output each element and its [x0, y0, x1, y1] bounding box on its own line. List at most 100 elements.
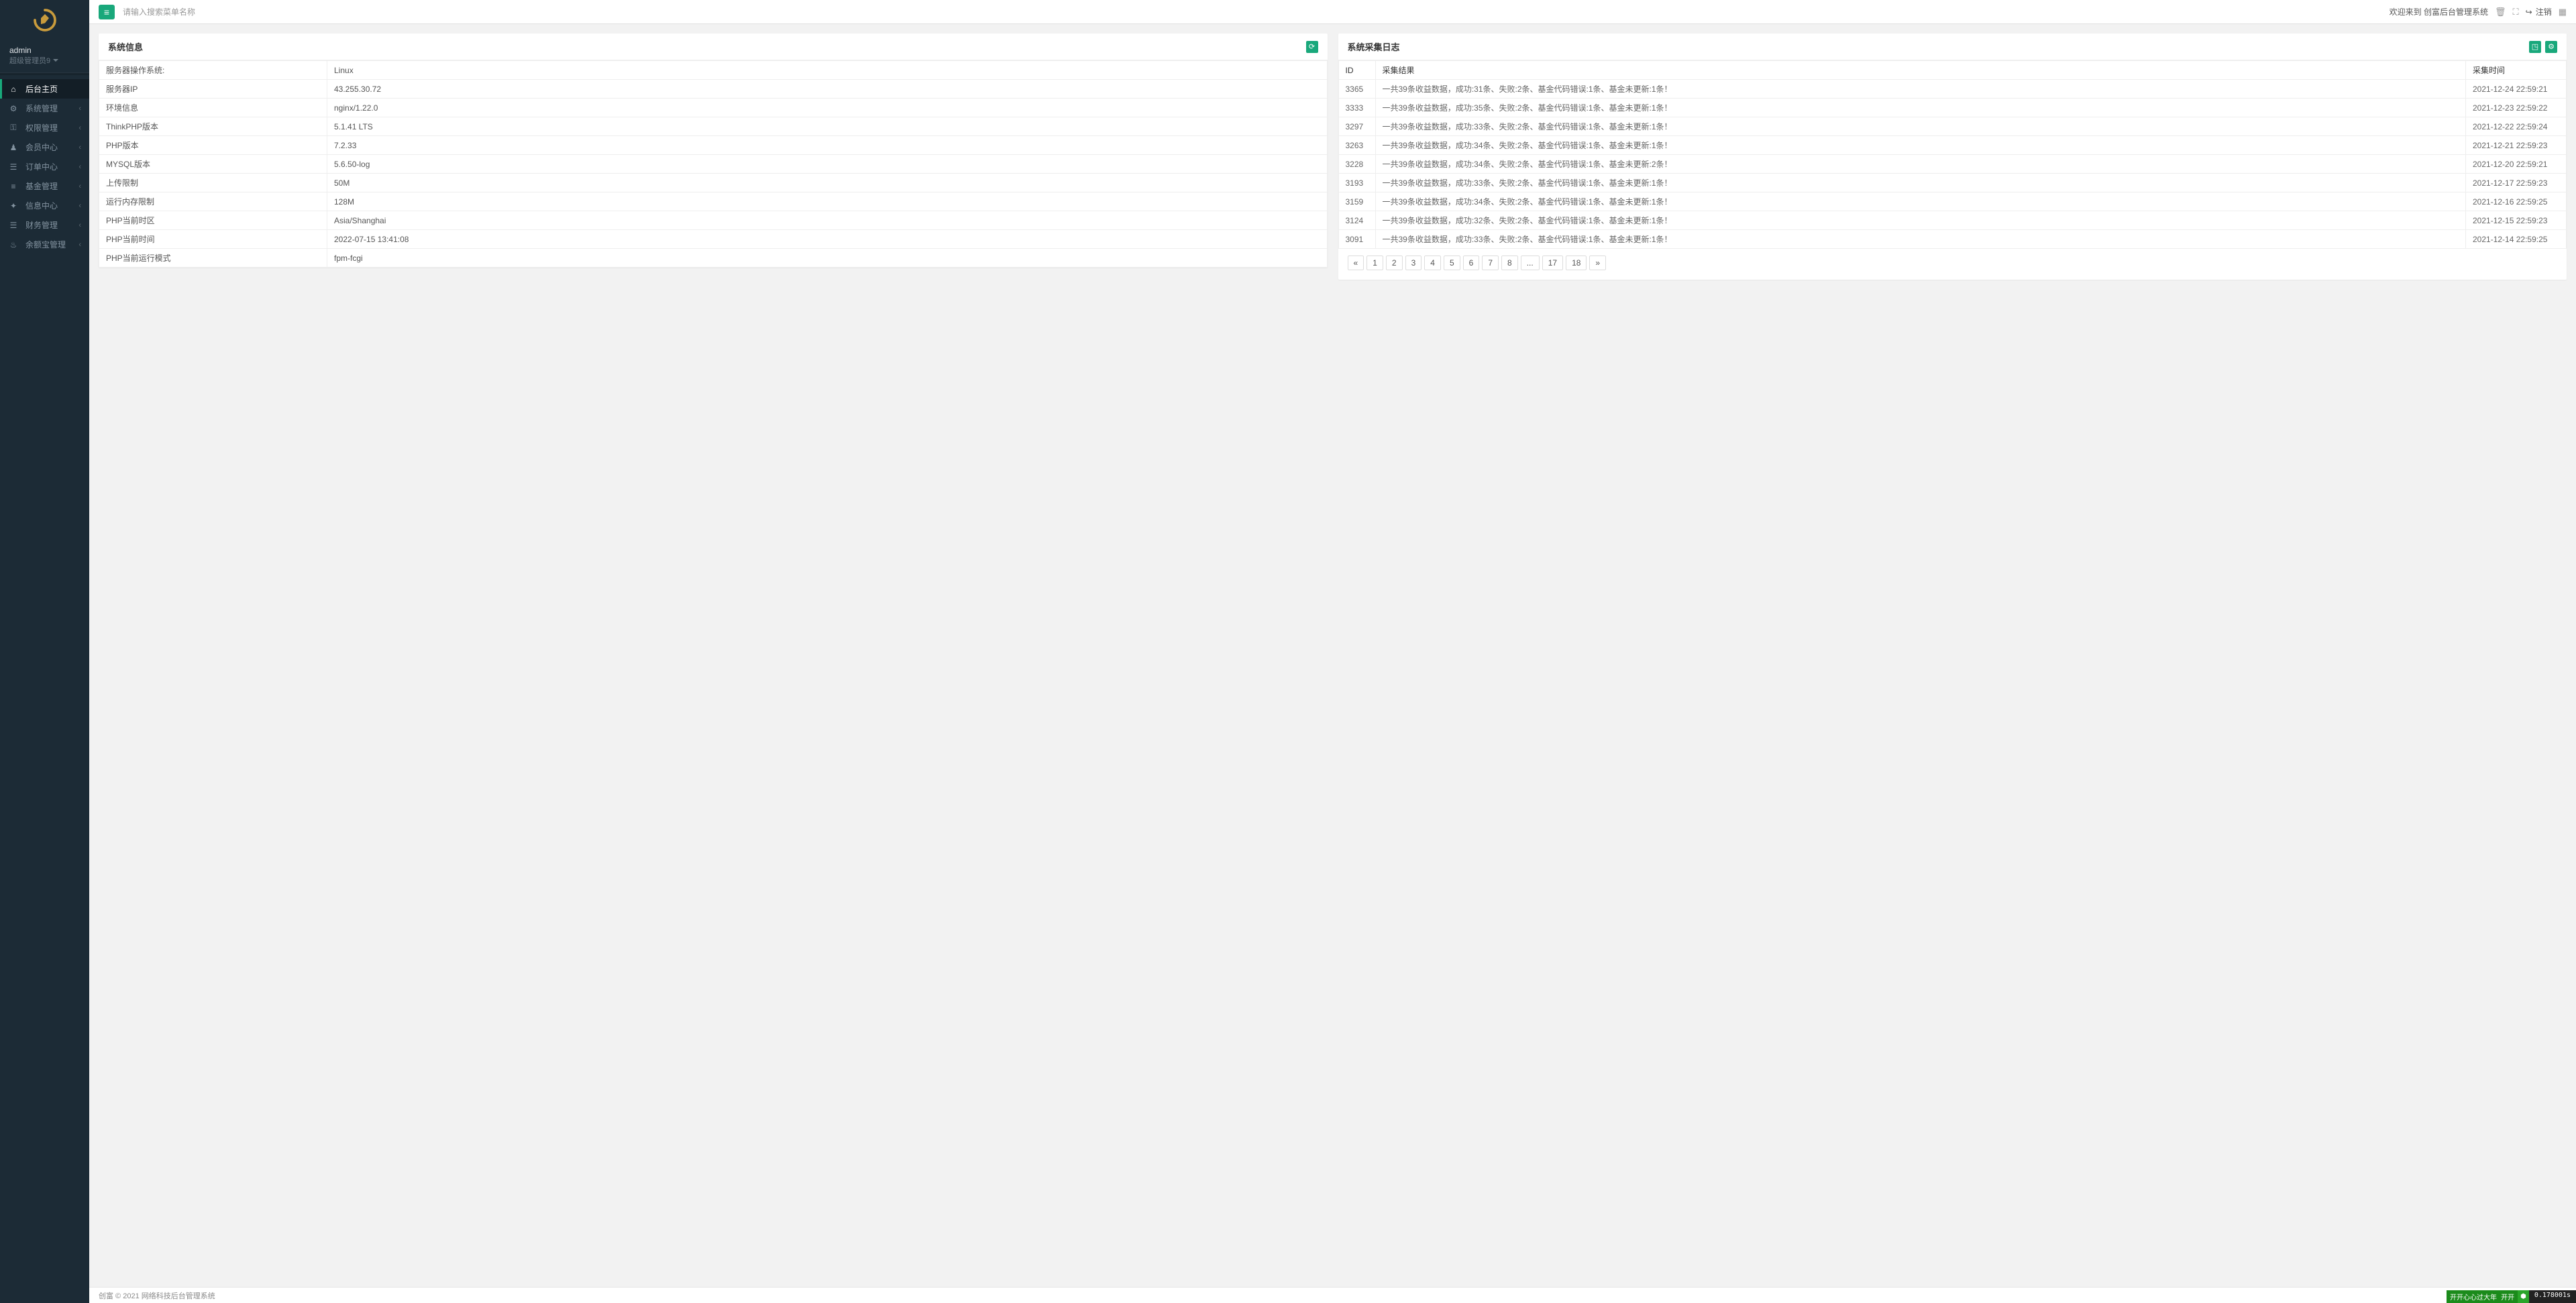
info-row: 服务器操作系统:Linux — [99, 61, 1328, 80]
log-time: 2021-12-24 22:59:21 — [2466, 80, 2567, 99]
logout-button[interactable]: ↪ 注销 — [2526, 6, 2552, 17]
nav-label: 余额宝管理 — [25, 239, 78, 250]
info-row: PHP当前时间2022-07-15 13:41:08 — [99, 230, 1328, 249]
sidebar: admin 超级管理员9 ⌂ 后台主页 ⚙ 系统管理 ‹⚿ 权限管理 ‹♟ 会员… — [0, 0, 89, 1303]
fire-icon: ♨ — [8, 239, 19, 250]
hamburger-icon: ≡ — [104, 7, 109, 17]
perf-badge[interactable]: 开开心心过大年 开开 ⬢ 0.178001s — [2447, 1290, 2576, 1303]
log-result: 一共39条收益数据，成功:32条、失败:2条、基金代码错误:1条、基金未更新:1… — [1375, 211, 2466, 230]
page-button[interactable]: 2 — [1386, 256, 1403, 270]
page-button[interactable]: 5 — [1444, 256, 1460, 270]
log-row: 3365 一共39条收益数据，成功:31条、失败:2条、基金代码错误:1条、基金… — [1338, 80, 2567, 99]
nav-item-0[interactable]: ⌂ 后台主页 — [0, 79, 89, 99]
nav-item-6[interactable]: ✦ 信息中心 ‹ — [0, 196, 89, 215]
info-row: 环境信息nginx/1.22.0 — [99, 99, 1328, 117]
chevron-left-icon: ‹ — [78, 182, 81, 190]
col-time: 采集时间 — [2466, 61, 2567, 80]
info-value: 2022-07-15 13:41:08 — [327, 230, 1328, 249]
nav-label: 订单中心 — [25, 161, 78, 172]
log-result: 一共39条收益数据，成功:33条、失败:2条、基金代码错误:1条、基金未更新:1… — [1375, 174, 2466, 192]
menu-toggle-button[interactable]: ≡ — [99, 5, 115, 19]
chart-icon: ≡ — [8, 181, 19, 192]
log-time: 2021-12-22 22:59:24 — [2466, 117, 2567, 136]
page-button[interactable]: 8 — [1501, 256, 1518, 270]
log-card: 系统采集日志 ◳ ⚙ ID — [1338, 34, 2567, 280]
perf-time: 0.178001s — [2529, 1290, 2576, 1303]
log-id: 3228 — [1338, 155, 1375, 174]
info-key: 服务器操作系统: — [99, 61, 327, 80]
nav-item-8[interactable]: ♨ 余额宝管理 ‹ — [0, 235, 89, 254]
info-row: PHP当前时区Asia/Shanghai — [99, 211, 1328, 230]
log-id: 3263 — [1338, 136, 1375, 155]
page-button[interactable]: 7 — [1482, 256, 1499, 270]
nav-item-2[interactable]: ⚿ 权限管理 ‹ — [0, 118, 89, 137]
page-button[interactable]: 3 — [1405, 256, 1422, 270]
expand-icon[interactable]: ⛶ — [2513, 7, 2519, 17]
footer: 创富 © 2021 网络科技后台管理系统 — [89, 1287, 2576, 1303]
chevron-left-icon: ‹ — [78, 124, 81, 132]
log-id: 3193 — [1338, 174, 1375, 192]
info-key: PHP当前时区 — [99, 211, 327, 230]
logout-icon: ↪ — [2526, 7, 2532, 17]
footer-text: 创富 © 2021 网络科技后台管理系统 — [99, 1290, 215, 1301]
money-icon: ☰ — [8, 220, 19, 231]
log-row: 3124 一共39条收益数据，成功:32条、失败:2条、基金代码错误:1条、基金… — [1338, 211, 2567, 230]
nav-item-5[interactable]: ≡ 基金管理 ‹ — [0, 176, 89, 196]
log-row: 3091 一共39条收益数据，成功:33条、失败:2条、基金代码错误:1条、基金… — [1338, 230, 2567, 249]
info-key: 上传限制 — [99, 174, 327, 192]
page-button[interactable]: 1 — [1366, 256, 1383, 270]
page-button[interactable]: 17 — [1542, 256, 1563, 270]
user-role-dropdown[interactable]: 超级管理员9 — [9, 55, 80, 66]
chevron-left-icon: ‹ — [78, 163, 81, 171]
info-value: 128M — [327, 192, 1328, 211]
info-key: PHP版本 — [99, 136, 327, 155]
nav-item-4[interactable]: ☰ 订单中心 ‹ — [0, 157, 89, 176]
nav-item-7[interactable]: ☰ 财务管理 ‹ — [0, 215, 89, 235]
page-button[interactable]: 6 — [1463, 256, 1480, 270]
log-time: 2021-12-17 22:59:23 — [2466, 174, 2567, 192]
info-value: 50M — [327, 174, 1328, 192]
log-table: ID 采集结果 采集时间 3365 一共39条收益数据，成功:31条、失败:2条… — [1338, 60, 2567, 249]
nav-item-3[interactable]: ♟ 会员中心 ‹ — [0, 137, 89, 157]
refresh-button[interactable]: ⟳ — [1306, 41, 1318, 53]
page-button[interactable]: » — [1589, 256, 1606, 270]
info-icon: ✦ — [8, 201, 19, 211]
nav-label: 基金管理 — [25, 180, 78, 192]
info-value: nginx/1.22.0 — [327, 99, 1328, 117]
external-button[interactable]: ◳ — [2529, 41, 2541, 53]
search-input[interactable] — [123, 7, 2390, 17]
pagination: «12345678...1718» — [1338, 249, 2567, 280]
log-id: 3297 — [1338, 117, 1375, 136]
log-time: 2021-12-21 22:59:23 — [2466, 136, 2567, 155]
lock-icon: ⚿ — [8, 123, 19, 133]
log-time: 2021-12-15 22:59:23 — [2466, 211, 2567, 230]
info-value: 43.255.30.72 — [327, 80, 1328, 99]
settings-button[interactable]: ⚙ — [2545, 41, 2557, 53]
page-button[interactable]: 18 — [1566, 256, 1587, 270]
trash-icon[interactable]: 🗑 — [2495, 7, 2506, 17]
grid-icon[interactable]: ▦ — [2559, 7, 2567, 17]
log-result: 一共39条收益数据，成功:31条、失败:2条、基金代码错误:1条、基金未更新:1… — [1375, 80, 2466, 99]
log-id: 3091 — [1338, 230, 1375, 249]
logo[interactable] — [0, 0, 89, 40]
nav-item-1[interactable]: ⚙ 系统管理 ‹ — [0, 99, 89, 118]
log-result: 一共39条收益数据，成功:34条、失败:2条、基金代码错误:1条、基金未更新:1… — [1375, 136, 2466, 155]
info-value: 5.6.50-log — [327, 155, 1328, 174]
info-key: PHP当前时间 — [99, 230, 327, 249]
log-id: 3333 — [1338, 99, 1375, 117]
logout-label: 注销 — [2536, 6, 2552, 17]
info-key: 服务器IP — [99, 80, 327, 99]
chevron-left-icon: ‹ — [78, 202, 81, 210]
info-value: Linux — [327, 61, 1328, 80]
log-time: 2021-12-16 22:59:25 — [2466, 192, 2567, 211]
info-key: 环境信息 — [99, 99, 327, 117]
info-key: ThinkPHP版本 — [99, 117, 327, 136]
page-button[interactable]: 4 — [1424, 256, 1441, 270]
perf-logo-icon: ⬢ — [2518, 1290, 2529, 1303]
nav-label: 会员中心 — [25, 141, 78, 153]
info-value: Asia/Shanghai — [327, 211, 1328, 230]
page-button[interactable]: ... — [1521, 256, 1540, 270]
log-title: 系统采集日志 — [1348, 40, 1400, 53]
page-button[interactable]: « — [1348, 256, 1364, 270]
info-value: fpm-fcgi — [327, 249, 1328, 268]
